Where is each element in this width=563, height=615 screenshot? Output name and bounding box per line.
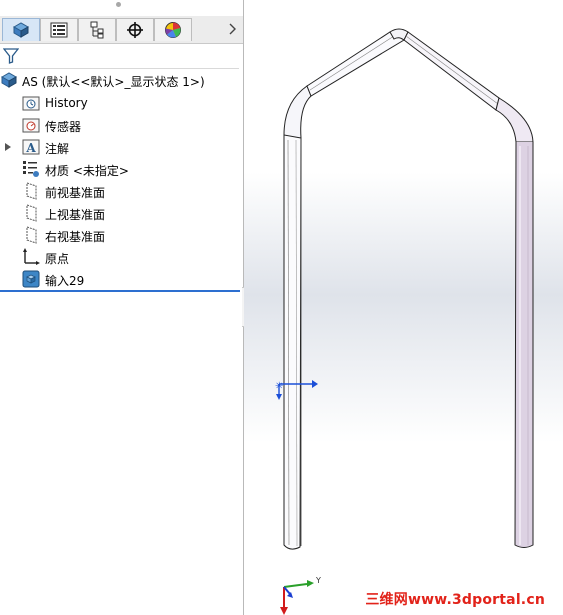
tree-item-sensors[interactable]: 传感器 xyxy=(0,114,243,136)
history-folder-icon xyxy=(22,94,40,112)
triad-y-label: Y xyxy=(316,576,321,585)
property-list-icon xyxy=(50,22,68,38)
sensor-folder-icon xyxy=(22,116,40,134)
tree-root-part[interactable]: AS (默认<<默认>_显示状态 1>) xyxy=(0,70,243,92)
tree-item-label: 原点 xyxy=(45,252,70,266)
filter-icon[interactable] xyxy=(3,48,19,64)
crosshair-icon xyxy=(127,22,143,38)
tab-feature-manager[interactable] xyxy=(2,18,40,41)
tree-item-label: 材质 <未指定> xyxy=(45,164,129,178)
feature-tree-icon xyxy=(12,22,30,38)
configuration-icon xyxy=(90,21,104,39)
tree-item-annotations[interactable]: A 注解 xyxy=(0,136,243,158)
plane-icon xyxy=(22,204,40,222)
feature-manager-panel: AS (默认<<默认>_显示状态 1>) History 传感器 A 注解 材质… xyxy=(0,0,244,615)
tab-dimxpert-manager[interactable] xyxy=(116,18,154,41)
appearance-pie-icon xyxy=(165,22,181,38)
tab-scroll-right[interactable] xyxy=(227,22,239,36)
svg-text:A: A xyxy=(25,141,36,155)
tree-item-history[interactable]: History xyxy=(0,92,243,114)
tree-item-front-plane[interactable]: 前视基准面 xyxy=(0,180,243,202)
tree-item-label: 上视基准面 xyxy=(45,208,106,222)
tree-filter-row[interactable] xyxy=(0,44,239,69)
tree-item-origin[interactable]: 原点 xyxy=(0,246,243,268)
manager-tab-bar xyxy=(0,16,243,44)
tree-item-imported-body[interactable]: 输入29 xyxy=(0,268,243,290)
tree-root-label: AS (默认<<默认>_显示状态 1>) xyxy=(22,75,205,89)
plane-icon xyxy=(22,182,40,200)
tree-item-label: 右视基准面 xyxy=(45,230,106,244)
imported-body-icon xyxy=(22,270,40,288)
expand-arrow-icon[interactable] xyxy=(4,141,12,153)
panel-grip[interactable] xyxy=(116,2,121,7)
tree-item-top-plane[interactable]: 上视基准面 xyxy=(0,202,243,224)
annotation-icon: A xyxy=(22,138,40,156)
material-icon xyxy=(22,160,40,178)
tab-display-manager[interactable] xyxy=(154,18,192,41)
tree-item-material[interactable]: 材质 <未指定> xyxy=(0,158,243,180)
tree-item-right-plane[interactable]: 右视基准面 xyxy=(0,224,243,246)
tab-configuration-manager[interactable] xyxy=(78,18,116,41)
graphics-viewport[interactable]: ✳ Y 三维网www.3dportal.cn xyxy=(244,0,563,615)
plane-icon xyxy=(22,226,40,244)
tree-item-label: 传感器 xyxy=(45,120,82,134)
svg-text:✳: ✳ xyxy=(275,381,283,392)
tube-frame-model[interactable]: ✳ xyxy=(244,0,563,615)
rollback-bar[interactable] xyxy=(0,290,240,292)
tree-item-label: 输入29 xyxy=(45,274,85,288)
view-orientation-triad: Y xyxy=(274,572,324,615)
tab-property-manager[interactable] xyxy=(40,18,78,41)
part-icon xyxy=(0,71,18,89)
tree-item-label: 注解 xyxy=(45,142,70,156)
tree-item-label: 前视基准面 xyxy=(45,186,106,200)
watermark-text: 三维网www.3dportal.cn xyxy=(365,592,545,608)
origin-icon xyxy=(22,248,40,266)
chevron-right-icon xyxy=(229,23,236,35)
tree-item-label: History xyxy=(45,96,88,110)
